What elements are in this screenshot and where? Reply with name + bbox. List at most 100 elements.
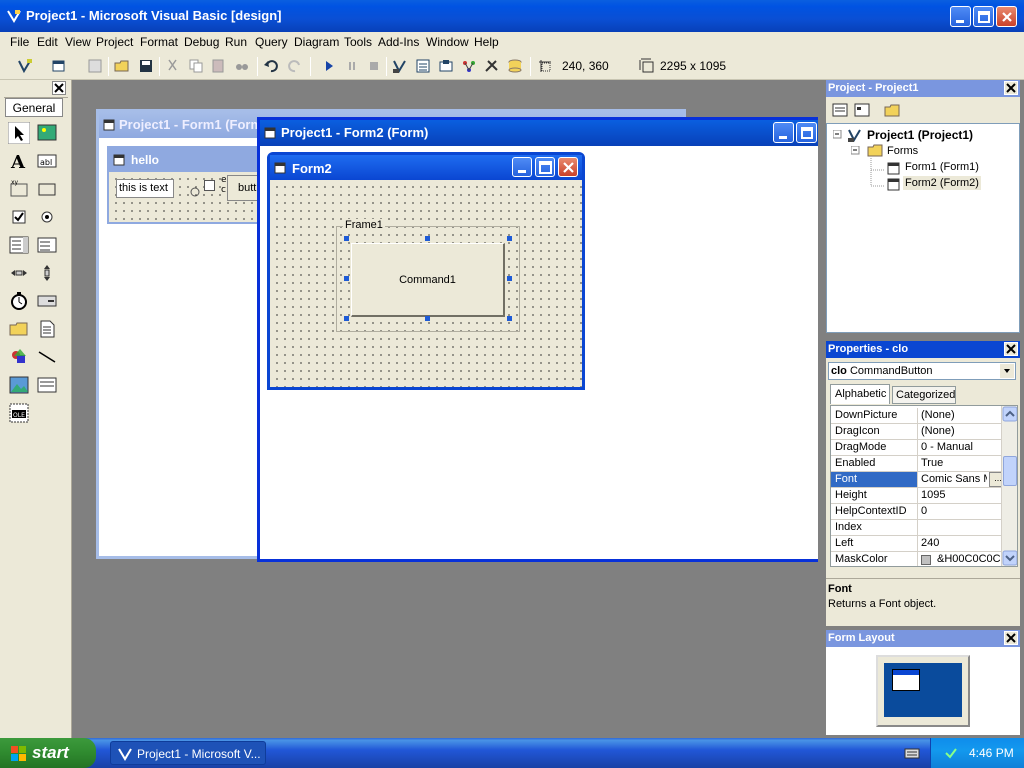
close-button[interactable] <box>996 6 1017 27</box>
object-browser-icon[interactable] <box>460 57 478 75</box>
forms-folder-label[interactable]: Forms <box>887 145 918 157</box>
find-icon[interactable] <box>233 57 251 75</box>
toolbox-icon[interactable] <box>483 57 501 75</box>
form-layout-icon[interactable] <box>437 57 455 75</box>
add-project-icon[interactable] <box>16 57 34 75</box>
frame-icon[interactable]: xy <box>8 178 30 200</box>
maximize-button[interactable] <box>973 6 994 27</box>
menu-help[interactable]: Help <box>474 35 499 49</box>
menu-editor-icon[interactable] <box>86 57 104 75</box>
toolbox-general-tab[interactable]: General <box>5 98 63 117</box>
optionbutton-icon[interactable] <box>36 206 58 228</box>
pointer-icon[interactable] <box>8 122 30 144</box>
hello-option-button[interactable] <box>189 184 201 198</box>
checkbox-icon[interactable] <box>8 206 30 228</box>
menu-window[interactable]: Window <box>426 35 469 49</box>
vscrollbar-icon[interactable] <box>36 262 58 284</box>
timer-icon[interactable] <box>8 290 30 312</box>
frame1[interactable]: Frame1 Command1 <box>336 219 520 332</box>
property-row[interactable]: DownPicture (None) <box>831 408 1017 424</box>
title-bar[interactable]: Project1 - Microsoft Visual Basic [desig… <box>0 0 1024 32</box>
property-row[interactable]: Left 240 <box>831 536 1017 552</box>
keyboard-icon[interactable] <box>904 746 920 760</box>
form2-designer-window[interactable]: Project1 - Form2 (Form) Form2 Frame1 Com… <box>257 117 818 562</box>
property-row[interactable]: MaskColor &H00C0C0C0 <box>831 552 1017 566</box>
taskbar-button-vb[interactable]: Project1 - Microsoft V... <box>110 741 266 765</box>
view-object-icon[interactable] <box>854 102 870 118</box>
add-form-icon[interactable] <box>50 57 68 75</box>
dirlistbox-icon[interactable] <box>8 318 30 340</box>
view-code-icon[interactable] <box>832 102 848 118</box>
property-row[interactable]: DragIcon (None) <box>831 424 1017 440</box>
minimize-button[interactable] <box>950 6 971 27</box>
image-icon[interactable] <box>8 374 30 396</box>
tree-item-form2[interactable]: Form2 (Form2) <box>903 176 981 190</box>
hscrollbar-icon[interactable] <box>8 262 30 284</box>
save-icon[interactable] <box>137 57 155 75</box>
toolbox-close-button[interactable] <box>52 81 66 95</box>
menu-view[interactable]: View <box>65 35 91 49</box>
project-explorer-header[interactable]: Project - Project1 <box>826 80 1020 97</box>
menu-diagram[interactable]: Diagram <box>294 35 339 49</box>
end-icon[interactable] <box>365 57 383 75</box>
property-row[interactable]: Height 1095 <box>831 488 1017 504</box>
break-icon[interactable] <box>343 57 361 75</box>
clock[interactable]: 4:46 PM <box>969 746 1014 760</box>
form2-designer-titlebar[interactable]: Project1 - Form2 (Form) <box>260 120 818 146</box>
properties-close-button[interactable] <box>1004 342 1018 356</box>
start-button[interactable]: start <box>0 738 96 768</box>
menu-query[interactable]: Query <box>255 35 288 49</box>
form-position-preview[interactable] <box>892 669 920 691</box>
collapse-icon[interactable] <box>851 146 860 155</box>
menu-run[interactable]: Run <box>225 35 247 49</box>
copy-icon[interactable] <box>187 57 205 75</box>
form2-designer-minimize-button[interactable] <box>773 122 794 143</box>
form2[interactable]: Form2 Frame1 Command1 <box>267 152 585 390</box>
combobox-icon[interactable] <box>8 234 30 256</box>
property-row[interactable]: HelpContextID 0 <box>831 504 1017 520</box>
property-row[interactable]: Index <box>831 520 1017 536</box>
network-icon[interactable] <box>943 745 959 761</box>
project-explorer-icon[interactable] <box>391 57 409 75</box>
filelistbox-icon[interactable] <box>36 318 58 340</box>
data-control-icon[interactable] <box>36 374 58 396</box>
menu-file[interactable]: File <box>10 35 29 49</box>
properties-window-icon[interactable] <box>414 57 432 75</box>
commandbutton-icon[interactable] <box>36 178 58 200</box>
textbox-icon[interactable]: abl <box>36 150 58 172</box>
menu-add-ins[interactable]: Add-Ins <box>378 35 419 49</box>
form-layout-header[interactable]: Form Layout <box>826 630 1020 647</box>
tree-item-form1[interactable]: Form1 (Form1) <box>905 161 979 173</box>
open-folder-icon[interactable] <box>113 57 131 75</box>
cut-icon[interactable] <box>164 57 182 75</box>
collapse-icon[interactable] <box>833 130 842 139</box>
hello-checkbox[interactable] <box>204 180 215 191</box>
form2-maximize-button[interactable] <box>535 157 555 177</box>
listbox-icon[interactable] <box>36 234 58 256</box>
ole-icon[interactable]: OLE <box>8 402 30 424</box>
shape-icon[interactable] <box>8 346 30 368</box>
paste-icon[interactable] <box>210 57 228 75</box>
selection-handles[interactable] <box>343 235 517 325</box>
chevron-down-icon[interactable] <box>1002 550 1018 566</box>
menu-edit[interactable]: Edit <box>37 35 58 49</box>
toggle-folders-icon[interactable] <box>884 102 900 118</box>
object-selector[interactable]: clo CommandButton <box>828 362 1016 380</box>
tab-alphabetic[interactable]: Alphabetic <box>830 384 890 404</box>
undo-icon[interactable] <box>262 57 280 75</box>
start-icon[interactable] <box>320 57 338 75</box>
project-explorer-close-button[interactable] <box>1004 81 1018 95</box>
hello-textbox[interactable]: this is text <box>116 179 174 198</box>
properties-header[interactable]: Properties - clo <box>826 341 1020 358</box>
project-root-label[interactable]: Project1 (Project1) <box>867 128 973 142</box>
redo-icon[interactable] <box>286 57 304 75</box>
label-icon[interactable]: A <box>8 150 30 172</box>
form2-designer-maximize-button[interactable] <box>796 122 817 143</box>
line-icon[interactable] <box>36 346 58 368</box>
property-row-selected[interactable]: Font Comic Sans M ... <box>831 472 1017 488</box>
tab-categorized[interactable]: Categorized <box>892 386 956 404</box>
form2-titlebar[interactable]: Form2 <box>270 155 582 180</box>
form2-close-button[interactable] <box>558 157 578 177</box>
menu-debug[interactable]: Debug <box>184 35 219 49</box>
form2-minimize-button[interactable] <box>512 157 532 177</box>
